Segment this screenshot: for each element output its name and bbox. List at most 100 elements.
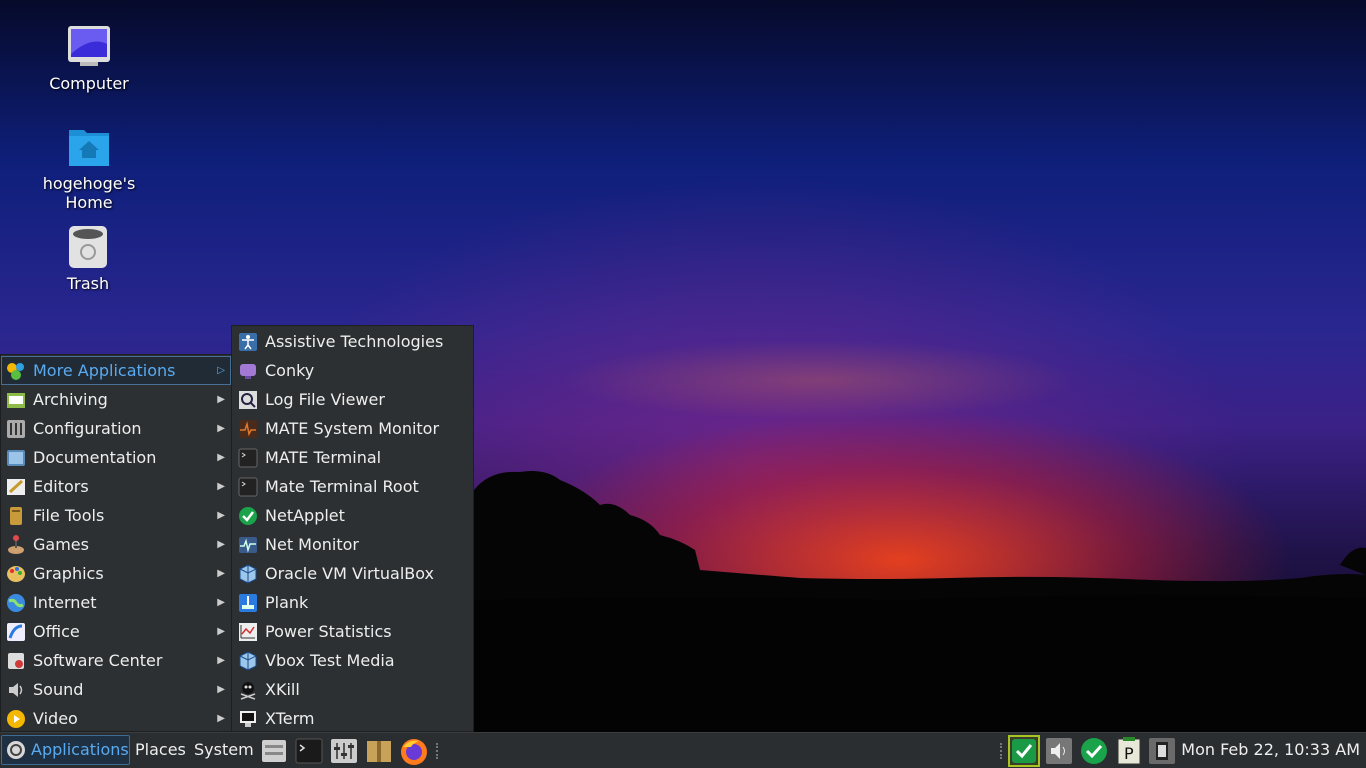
desktop-icon-trash[interactable]: Trash xyxy=(28,224,148,293)
log-viewer-icon xyxy=(238,390,258,410)
submenu-item-vbox-test-media[interactable]: Vbox Test Media xyxy=(232,646,473,675)
more-applications-icon xyxy=(6,361,26,381)
submenu-arrow-icon: ▶ xyxy=(217,684,225,695)
submenu-item-power-statistics[interactable]: Power Statistics xyxy=(232,617,473,646)
applications-menu: More Applications ▷ Archiving ▶ Configuratio… xyxy=(0,354,232,732)
panel-separator xyxy=(1000,743,1006,759)
menu-item-label: Plank xyxy=(265,593,309,612)
netapplet-icon xyxy=(238,506,258,526)
places-menu[interactable]: Places xyxy=(135,735,186,765)
menu-item-video[interactable]: Video ▶ xyxy=(1,704,231,732)
xterm-icon xyxy=(238,709,258,729)
mate-logo-icon xyxy=(7,741,25,759)
control-center-launcher-icon[interactable] xyxy=(330,737,358,765)
menu-item-configuration[interactable]: Configuration ▶ xyxy=(1,414,231,443)
menu-item-label: Sound xyxy=(33,680,84,699)
desktop-icon-label: Trash xyxy=(66,274,110,293)
menu-item-label: MATE System Monitor xyxy=(265,419,440,438)
menu-item-label: Conky xyxy=(265,361,315,380)
menu-item-file-tools[interactable]: File Tools ▶ xyxy=(1,501,231,530)
system-menu[interactable]: System xyxy=(194,735,254,765)
graphics-icon xyxy=(6,564,26,584)
applications-menu-button[interactable]: Applications xyxy=(1,735,130,765)
power-tray-icon[interactable] xyxy=(1148,737,1176,765)
submenu-arrow-icon: ▶ xyxy=(217,597,225,608)
menu-item-label: MATE Terminal xyxy=(265,448,382,467)
menu-item-label: Archiving xyxy=(33,390,108,409)
system-monitor-icon xyxy=(238,419,258,439)
submenu-item-virtualbox[interactable]: Oracle VM VirtualBox xyxy=(232,559,473,588)
submenu-item-xkill[interactable]: XKill xyxy=(232,675,473,704)
submenu-arrow-icon: ▶ xyxy=(217,452,225,463)
desktop-icon-label: Computer xyxy=(49,74,129,93)
software-center-icon xyxy=(6,651,26,671)
menu-item-label: Configuration xyxy=(33,419,142,438)
documentation-icon xyxy=(6,448,26,468)
submenu-arrow-icon: ▷ xyxy=(217,365,225,376)
submenu-arrow-icon: ▶ xyxy=(217,394,225,405)
menu-item-label: Log File Viewer xyxy=(265,390,385,409)
submenu-item-netapplet[interactable]: NetApplet xyxy=(232,501,473,530)
virtualbox-icon xyxy=(238,564,258,584)
plank-tray-icon[interactable]: P xyxy=(1115,737,1143,765)
menu-item-documentation[interactable]: Documentation ▶ xyxy=(1,443,231,472)
desktop-icon-computer[interactable]: Computer xyxy=(29,24,149,93)
menu-item-software-center[interactable]: Software Center ▶ xyxy=(1,646,231,675)
menu-item-label: Assistive Technologies xyxy=(265,332,444,351)
office-icon xyxy=(6,622,26,642)
submenu-item-conky[interactable]: Conky xyxy=(232,356,473,385)
desktop-icon-home[interactable]: hogehoge's Home xyxy=(29,124,149,212)
submenu-arrow-icon: ▶ xyxy=(217,423,225,434)
home-folder-icon xyxy=(66,124,112,170)
netapplet-tray-icon[interactable] xyxy=(1008,735,1040,767)
submenu-arrow-icon: ▶ xyxy=(217,510,225,521)
menu-item-label: Office xyxy=(33,622,80,641)
archive-manager-launcher-icon[interactable] xyxy=(365,737,393,765)
configuration-icon xyxy=(6,419,26,439)
menu-item-label: More Applications xyxy=(33,361,176,380)
menu-item-sound[interactable]: Sound ▶ xyxy=(1,675,231,704)
accessibility-icon xyxy=(238,332,258,352)
menu-item-label: File Tools xyxy=(33,506,105,525)
terminal-launcher-icon[interactable] xyxy=(295,737,323,765)
menu-item-editors[interactable]: Editors ▶ xyxy=(1,472,231,501)
volume-tray-icon[interactable] xyxy=(1045,737,1073,765)
menu-item-label: Graphics xyxy=(33,564,104,583)
menu-item-archiving[interactable]: Archiving ▶ xyxy=(1,385,231,414)
menu-item-internet[interactable]: Internet ▶ xyxy=(1,588,231,617)
submenu-item-terminal-root[interactable]: Mate Terminal Root xyxy=(232,472,473,501)
archiving-icon xyxy=(6,390,26,410)
xkill-icon xyxy=(238,680,258,700)
submenu-arrow-icon: ▶ xyxy=(217,481,225,492)
games-icon xyxy=(6,535,26,555)
submenu-item-net-monitor[interactable]: Net Monitor xyxy=(232,530,473,559)
submenu-item-accessibility[interactable]: Assistive Technologies xyxy=(232,327,473,356)
submenu-item-xterm[interactable]: XTerm xyxy=(232,704,473,732)
menu-item-more-applications[interactable]: More Applications ▷ xyxy=(1,356,231,385)
desktop: Computer hogehoge's Home Trash More Appl… xyxy=(0,0,1366,732)
menu-item-office[interactable]: Office ▶ xyxy=(1,617,231,646)
menu-item-label: Vbox Test Media xyxy=(265,651,395,670)
menu-item-games[interactable]: Games ▶ xyxy=(1,530,231,559)
submenu-arrow-icon: ▶ xyxy=(217,626,225,637)
firefox-launcher-icon[interactable] xyxy=(399,737,427,765)
update-check-tray-icon[interactable] xyxy=(1080,737,1108,765)
menu-item-graphics[interactable]: Graphics ▶ xyxy=(1,559,231,588)
menu-item-label: Documentation xyxy=(33,448,157,467)
submenu-item-system-monitor[interactable]: MATE System Monitor xyxy=(232,414,473,443)
menu-item-label: Mate Terminal Root xyxy=(265,477,419,496)
submenu-arrow-icon: ▶ xyxy=(217,655,225,666)
conky-icon xyxy=(238,361,258,381)
clock[interactable]: Mon Feb 22, 10:33 AM xyxy=(1181,733,1360,767)
menu-item-label: Games xyxy=(33,535,89,554)
submenu-item-plank[interactable]: Plank xyxy=(232,588,473,617)
submenu-arrow-icon: ▶ xyxy=(217,713,225,724)
submenu-item-terminal[interactable]: MATE Terminal xyxy=(232,443,473,472)
panel-separator xyxy=(436,743,442,759)
submenu-item-log-viewer[interactable]: Log File Viewer xyxy=(232,385,473,414)
net-monitor-icon xyxy=(238,535,258,555)
file-manager-launcher-icon[interactable] xyxy=(260,737,288,765)
power-statistics-icon xyxy=(238,622,258,642)
menu-item-label: XKill xyxy=(265,680,300,699)
submenu-arrow-icon: ▶ xyxy=(217,568,225,579)
